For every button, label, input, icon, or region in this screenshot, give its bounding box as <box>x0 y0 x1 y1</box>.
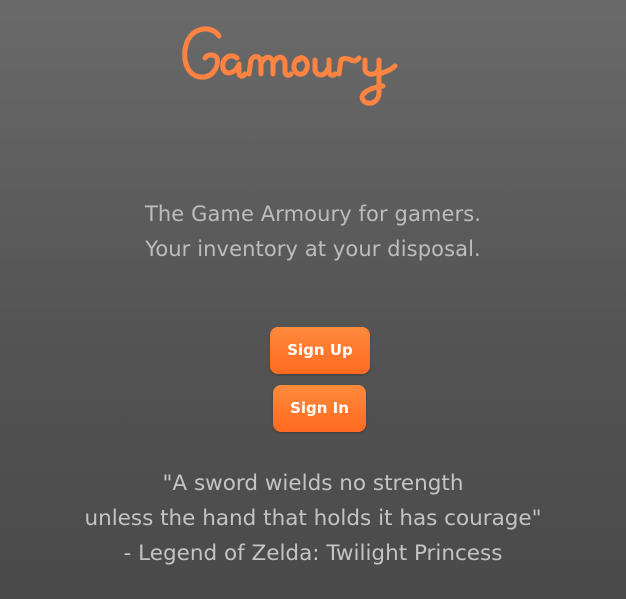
tagline-line-2: Your inventory at your disposal. <box>145 237 481 261</box>
quote-line-1: "A sword wields no strength <box>162 471 464 496</box>
quote-attribution: - Legend of Zelda: Twilight Princess <box>123 541 503 566</box>
gamoury-logo <box>0 14 626 124</box>
gamoury-logo-wordmark <box>182 26 398 106</box>
quote-line-2: unless the hand that holds it has courag… <box>84 506 542 531</box>
sign-up-button[interactable]: Sign Up <box>270 327 370 374</box>
tagline-line-1: The Game Armoury for gamers. <box>144 202 482 226</box>
sign-in-button[interactable]: Sign In <box>273 385 366 432</box>
